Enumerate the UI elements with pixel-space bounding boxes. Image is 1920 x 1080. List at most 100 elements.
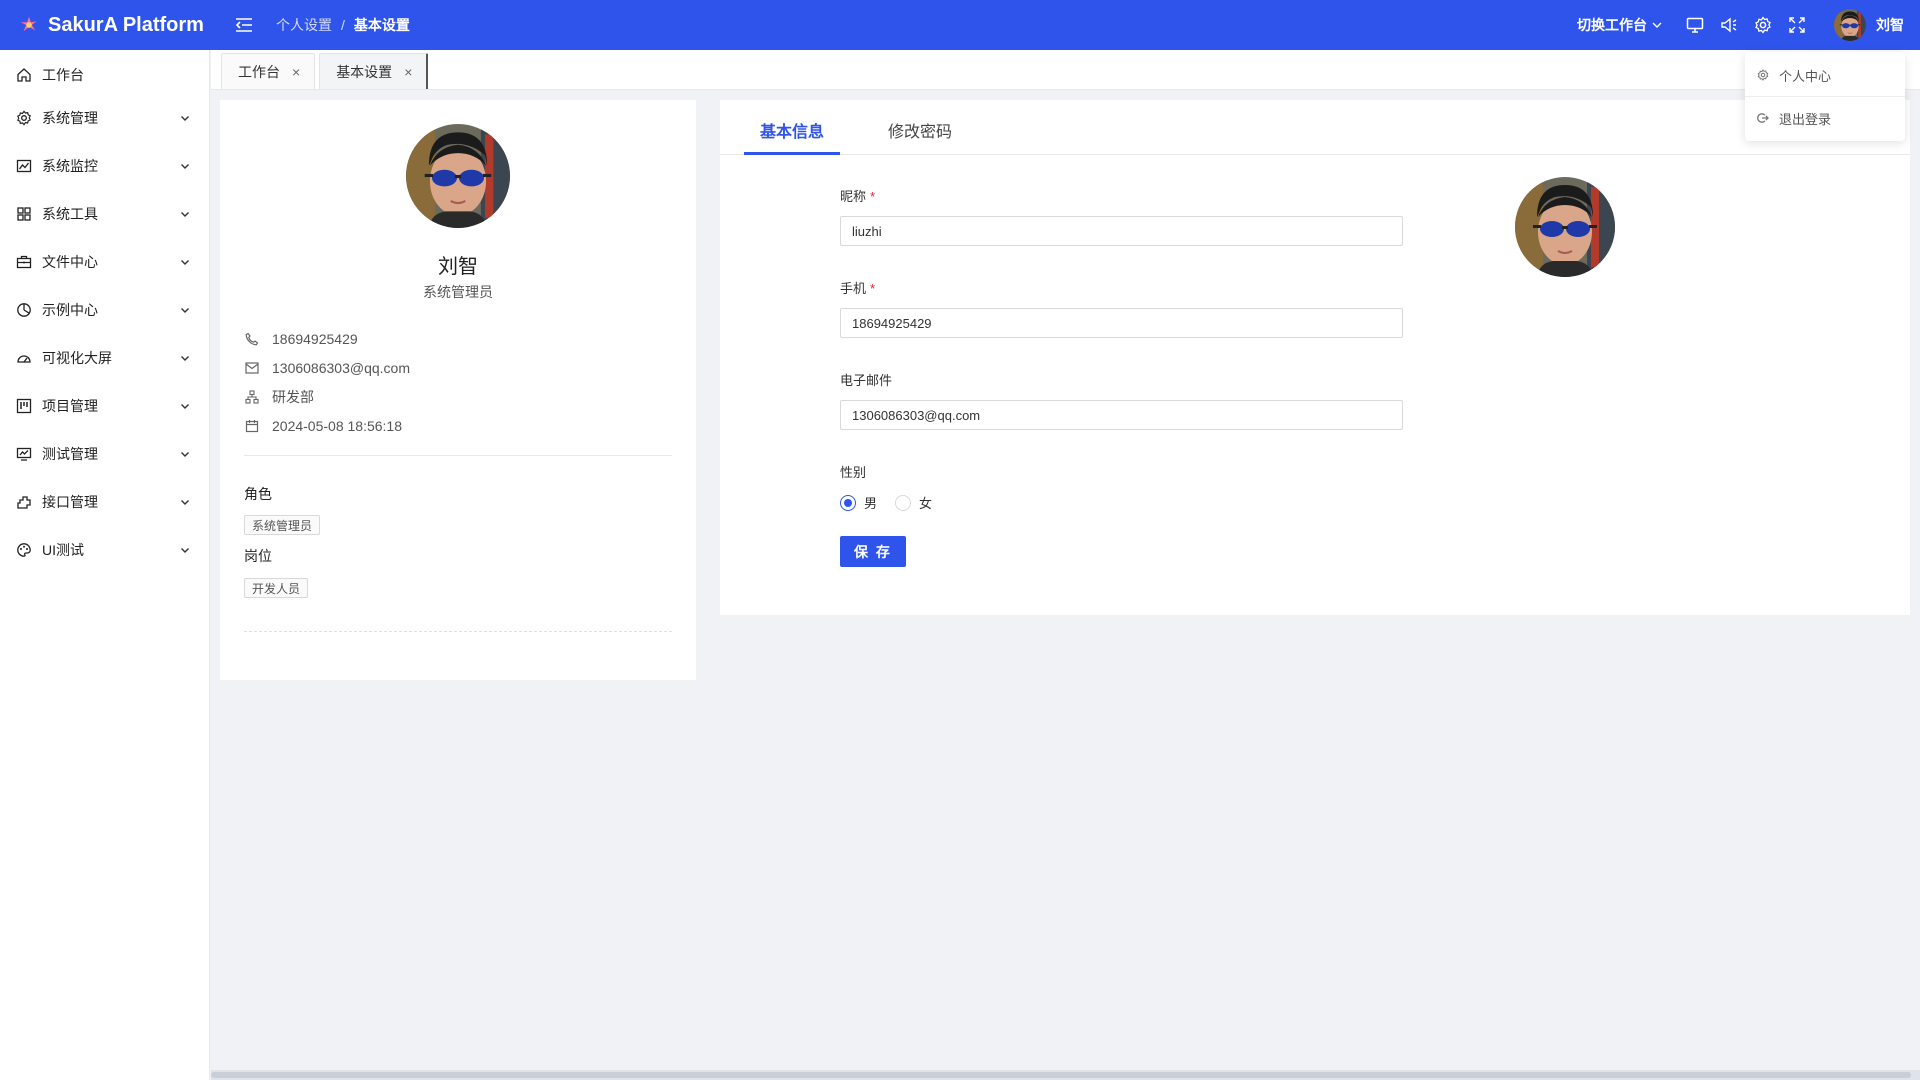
close-icon[interactable]: ×	[404, 64, 412, 80]
scrollbar-thumb[interactable]	[211, 1072, 1911, 1078]
sidebar-item-file-center[interactable]: 文件中心	[0, 238, 209, 286]
api-icon	[16, 494, 32, 510]
profile-phone: 18694925429	[272, 330, 358, 347]
profile-phone-row: 18694925429	[244, 324, 410, 353]
sidebar-item-label: 系统工具	[42, 206, 98, 222]
chart-line-icon	[16, 158, 32, 174]
email-input[interactable]	[840, 400, 1403, 430]
monitor-icon[interactable]	[1678, 8, 1712, 42]
close-icon[interactable]: ×	[292, 64, 300, 80]
sidebar-item-label: UI测试	[42, 542, 84, 558]
chevron-down-icon	[179, 208, 191, 220]
sidebar-item-label: 示例中心	[42, 302, 98, 318]
divider	[244, 455, 672, 456]
sidebar-item-system-tools[interactable]: 系统工具	[0, 190, 209, 238]
nickname-label: 昵称 *	[840, 186, 875, 205]
required-mark: *	[870, 189, 876, 204]
chevron-down-icon	[179, 304, 191, 316]
chevron-down-icon	[179, 112, 191, 124]
palette-icon	[16, 542, 32, 558]
gender-radio-male[interactable]: 男	[840, 493, 877, 512]
app-logo[interactable]: SakurA Platform	[0, 14, 210, 37]
breadcrumb-parent[interactable]: 个人设置	[276, 15, 332, 35]
cluster-icon	[244, 389, 260, 405]
sidebar-item-ui-test[interactable]: UI测试	[0, 526, 209, 574]
nickname-input[interactable]	[840, 216, 1403, 246]
briefcase-icon	[16, 254, 32, 270]
email-label: 电子邮件	[840, 373, 893, 388]
role-tag: 系统管理员	[244, 515, 321, 535]
sidebar-item-system-monitor[interactable]: 系统监控	[0, 142, 209, 190]
sakura-logo-icon	[20, 16, 37, 32]
tab-workbench[interactable]: 工作台 ×	[221, 53, 316, 89]
profile-created-row: 2024-05-08 18:56:18	[244, 411, 410, 440]
gear-icon[interactable]	[1746, 8, 1780, 42]
gear-icon	[1757, 69, 1769, 81]
app-title: SakurA Platform	[48, 13, 204, 36]
chevron-down-icon	[179, 448, 191, 460]
chevron-down-icon	[179, 496, 191, 508]
profile-department: 研发部	[272, 388, 314, 405]
sidebar: 工作台 系统管理 系统监控 系统工具 文件中心 示例中心 可视化大屏 项目管理 …	[0, 50, 210, 1080]
sidebar-item-project-management[interactable]: 项目管理	[0, 382, 209, 430]
mail-icon	[244, 360, 260, 376]
chevron-down-icon	[179, 400, 191, 412]
breadcrumb: 个人设置 / 基本设置	[276, 15, 410, 35]
sidebar-item-test-management[interactable]: 测试管理	[0, 430, 209, 478]
chevron-down-icon	[179, 352, 191, 364]
posts-title: 岗位	[244, 548, 272, 564]
switch-workspace-label: 切换工作台	[1577, 17, 1647, 33]
tab-label: 工作台	[238, 63, 280, 80]
roles-title: 角色	[244, 486, 272, 502]
menu-item-logout[interactable]: 退出登录	[1745, 99, 1905, 137]
avatar	[1834, 9, 1866, 41]
gender-label: 性别	[840, 465, 867, 480]
tab-bar: 工作台 × 基本设置 ×	[211, 50, 1920, 90]
sidebar-item-api-management[interactable]: 接口管理	[0, 478, 209, 526]
sidebar-item-label: 系统管理	[42, 110, 98, 126]
home-icon	[16, 67, 32, 83]
user-menu-trigger[interactable]: 刘智	[1834, 9, 1904, 41]
sidebar-item-demo-center[interactable]: 示例中心	[0, 286, 209, 334]
sound-icon[interactable]	[1712, 8, 1746, 42]
tab-basic-settings[interactable]: 基本设置 ×	[319, 53, 429, 89]
menu-fold-icon[interactable]	[232, 13, 256, 37]
user-dropdown-menu: 个人中心 退出登录	[1745, 52, 1905, 141]
profile-created-at: 2024-05-08 18:56:18	[272, 417, 402, 434]
sidebar-item-workbench[interactable]: 工作台	[0, 56, 209, 94]
tab-change-password[interactable]: 修改密码	[888, 118, 952, 142]
menu-item-profile[interactable]: 个人中心	[1745, 56, 1905, 94]
phone-label-text: 手机	[840, 281, 867, 296]
nickname-label-text: 昵称	[840, 189, 867, 204]
save-button[interactable]: 保 存	[840, 536, 906, 567]
profile-email-row: 1306086303@qq.com	[244, 353, 410, 382]
horizontal-scrollbar[interactable]	[211, 1070, 1920, 1080]
pie-icon	[16, 302, 32, 318]
breadcrumb-separator: /	[341, 17, 345, 33]
phone-input[interactable]	[840, 308, 1403, 338]
switch-workspace-button[interactable]: 切换工作台	[1577, 15, 1662, 35]
sidebar-item-data-screen[interactable]: 可视化大屏	[0, 334, 209, 382]
profile-card: 刘智 系统管理员 18694925429 1306086303@qq.com 研…	[220, 100, 696, 680]
phone-icon	[244, 331, 260, 347]
phone-label: 手机 *	[840, 278, 875, 297]
profile-info-list: 18694925429 1306086303@qq.com 研发部 2024-0…	[244, 324, 410, 440]
header-user-name: 刘智	[1876, 17, 1904, 33]
tab-basic-info[interactable]: 基本信息	[760, 118, 824, 142]
breadcrumb-current: 基本设置	[353, 17, 410, 33]
menu-divider	[1745, 96, 1905, 97]
profile-role: 系统管理员	[423, 284, 493, 300]
sidebar-item-label: 接口管理	[42, 494, 98, 510]
fund-icon	[16, 446, 32, 462]
fullscreen-icon[interactable]	[1780, 8, 1814, 42]
gear-icon	[16, 110, 32, 126]
sidebar-item-label: 可视化大屏	[42, 350, 112, 366]
dashboard-icon	[16, 350, 32, 366]
chevron-down-icon	[1652, 22, 1662, 28]
avatar-upload[interactable]	[1515, 177, 1615, 277]
logout-icon	[1757, 113, 1769, 123]
sidebar-item-label: 项目管理	[42, 398, 98, 414]
gender-radio-female[interactable]: 女	[895, 493, 932, 512]
sidebar-item-system-management[interactable]: 系统管理	[0, 94, 209, 142]
menu-item-label: 退出登录	[1779, 111, 1832, 127]
